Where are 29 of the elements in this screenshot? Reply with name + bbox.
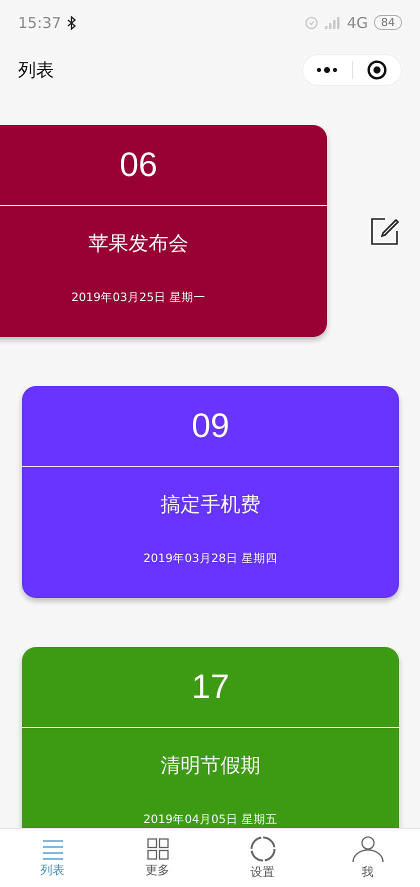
signal-icon: [324, 16, 341, 28]
event-title: 搞定手机费: [160, 491, 262, 518]
ring-icon: [250, 836, 276, 862]
target-icon: [366, 60, 387, 80]
tab-item[interactable]: 列表: [0, 829, 105, 887]
alarm-icon: [304, 15, 319, 30]
event-card[interactable]: 09 搞定手机费 2019年03月28日 星期四: [22, 386, 399, 598]
page-title: 列表: [18, 59, 55, 82]
grid-icon: [146, 838, 168, 860]
more-icon: [316, 66, 338, 74]
day-count: 09: [192, 406, 230, 446]
tab-item[interactable]: 更多: [105, 829, 210, 887]
status-time: 15:37: [18, 14, 62, 32]
event-title: 苹果发布会: [88, 230, 190, 257]
event-date: 2019年03月25日 星期一: [70, 290, 207, 305]
network-label: 4G: [346, 14, 368, 32]
menu-icon: [40, 838, 64, 860]
person-icon: [352, 836, 384, 862]
day-count: 17: [192, 668, 230, 706]
battery-level: 84: [374, 15, 402, 30]
day-count: 06: [120, 146, 158, 184]
event-title: 清明节假期: [160, 752, 262, 779]
tab-item[interactable]: 设置: [210, 829, 315, 887]
event-card[interactable]: 17 清明节假期 2019年04月05日 星期五: [22, 647, 399, 828]
event-date: 2019年03月28日 星期四: [142, 551, 279, 566]
event-date: 2019年04月05日 星期五: [142, 812, 279, 827]
bluetooth-icon: [67, 16, 76, 30]
event-card[interactable]: 06 苹果发布会 2019年03月25日 星期一: [0, 125, 327, 337]
tab-item[interactable]: 我: [315, 829, 420, 887]
